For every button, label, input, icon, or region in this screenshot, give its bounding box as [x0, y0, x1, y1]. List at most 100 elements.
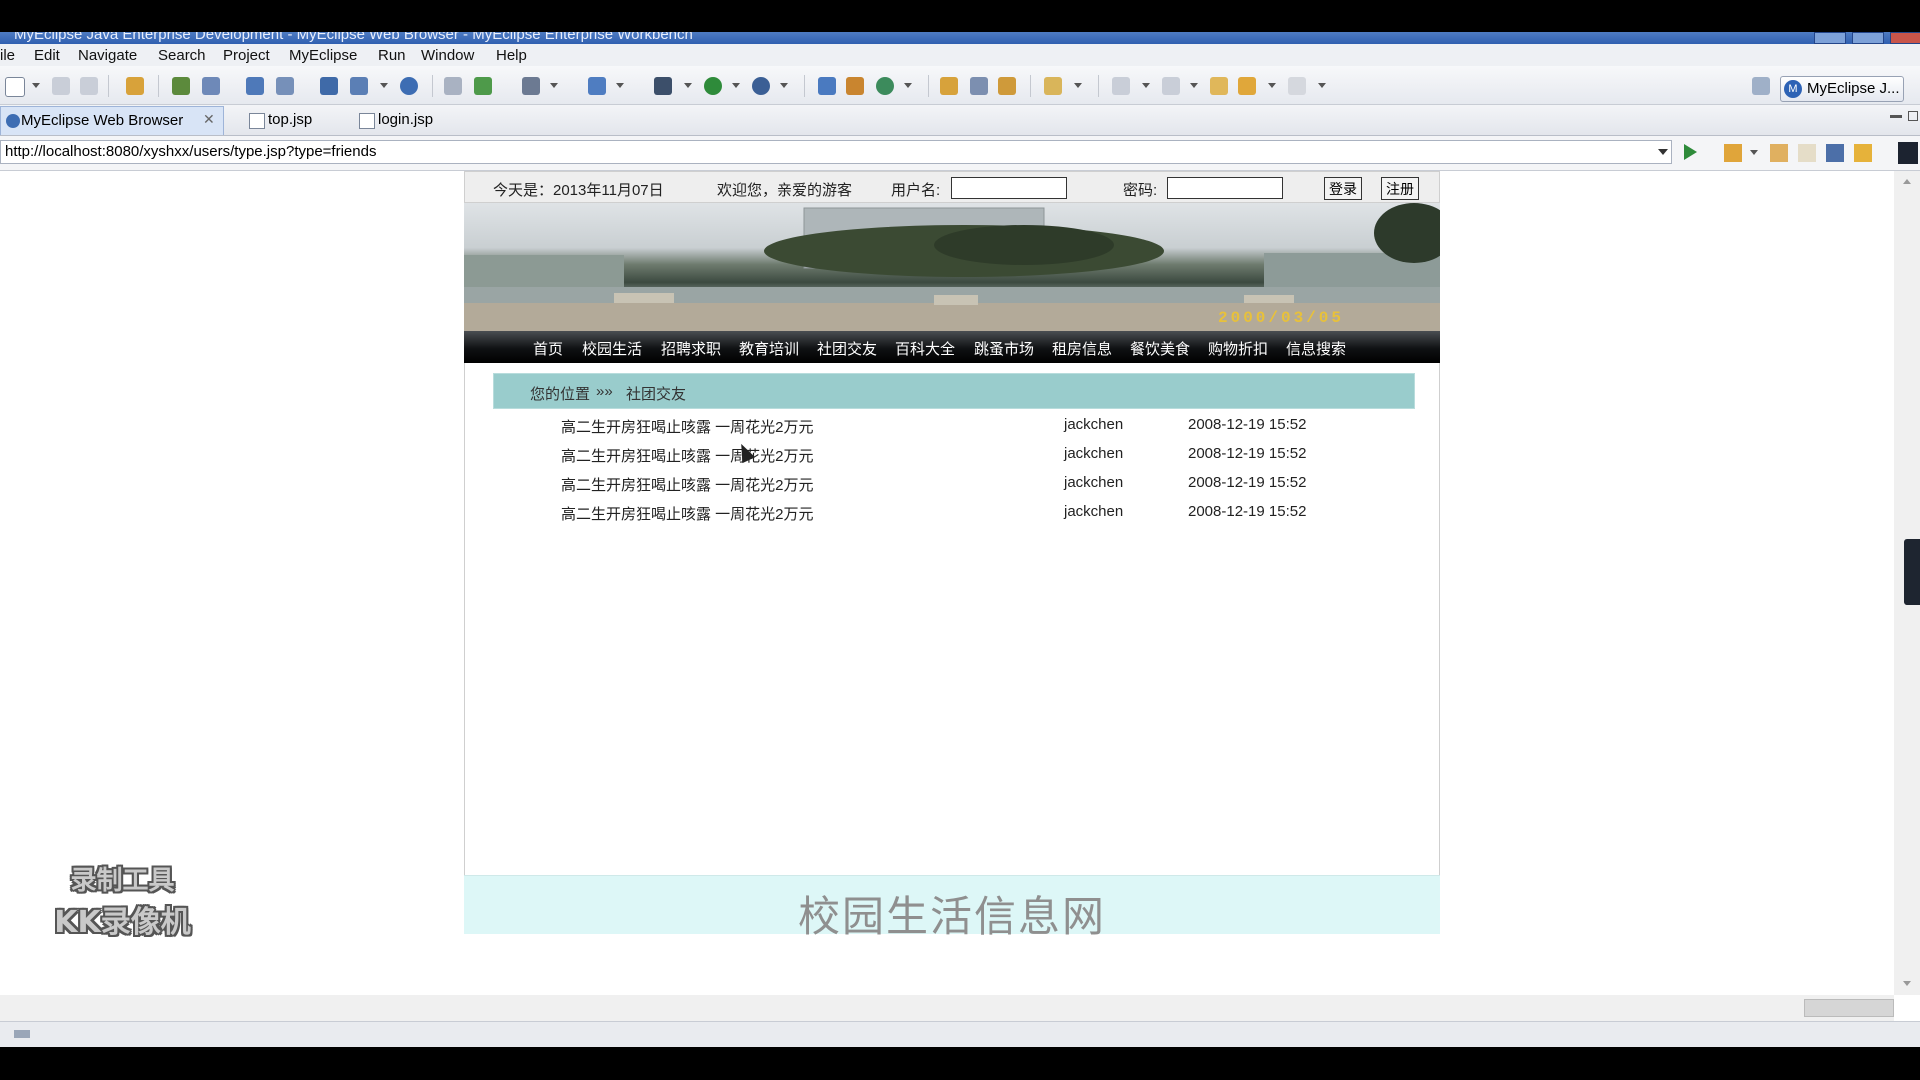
- undeploy-icon[interactable]: [276, 77, 294, 95]
- post-title-link[interactable]: 高二生开房狂喝止咳露 一周花光2万元: [561, 445, 814, 466]
- save-all-icon[interactable]: [80, 77, 98, 95]
- browser-back-icon[interactable]: [1770, 144, 1788, 162]
- next-annotation-icon[interactable]: [1112, 77, 1130, 95]
- editor-tab-bar: MyEclipse Web Browser ✕ top.jsp login.js…: [0, 105, 1920, 136]
- go-icon[interactable]: [1684, 144, 1697, 160]
- url-input[interactable]: http://localhost:8080/xyshxx/users/type.…: [0, 140, 1672, 164]
- globe-icon[interactable]: [400, 77, 418, 95]
- edit-pen-icon[interactable]: [970, 77, 988, 95]
- last-edit-icon[interactable]: [1210, 77, 1228, 95]
- nav-rentals[interactable]: 租房信息: [1052, 338, 1112, 359]
- open-perspective-icon[interactable]: [588, 77, 606, 95]
- task-icon[interactable]: [1044, 77, 1062, 95]
- horizontal-scrollbar[interactable]: [0, 995, 1894, 1021]
- breadcrumb-current[interactable]: 社团交友: [626, 383, 686, 404]
- new-jsp-dropdown-icon[interactable]: [380, 83, 388, 88]
- side-panel-handle[interactable]: [1904, 539, 1920, 605]
- task-dropdown-icon[interactable]: [1074, 83, 1082, 88]
- perspective-dropdown-icon[interactable]: [616, 83, 624, 88]
- nav-shopping[interactable]: 购物折扣: [1208, 338, 1268, 359]
- tab-web-browser[interactable]: MyEclipse Web Browser ✕: [0, 106, 224, 135]
- browser-forward-icon[interactable]: [1798, 144, 1816, 162]
- nav-campus-life[interactable]: 校园生活: [582, 338, 642, 359]
- password-input[interactable]: [1167, 177, 1283, 199]
- open-file-icon[interactable]: [998, 77, 1016, 95]
- menu-navigate[interactable]: Navigate: [78, 47, 137, 64]
- menu-search[interactable]: Search: [158, 47, 206, 64]
- new-wizard-icon[interactable]: [876, 77, 894, 95]
- menu-file[interactable]: ile: [0, 47, 15, 64]
- menu-edit[interactable]: Edit: [34, 47, 60, 64]
- nav-search[interactable]: 信息搜索: [1286, 338, 1346, 359]
- minimize-icon[interactable]: [1814, 32, 1846, 44]
- menu-run[interactable]: Run: [378, 47, 406, 64]
- close-tab-icon[interactable]: ✕: [203, 111, 215, 128]
- back-icon[interactable]: [1238, 77, 1256, 95]
- favorites-dropdown-icon[interactable]: [1750, 150, 1758, 155]
- run-external-icon[interactable]: [752, 77, 770, 95]
- save-icon[interactable]: [52, 77, 70, 95]
- post-title-link[interactable]: 高二生开房狂喝止咳露 一周花光2万元: [561, 474, 814, 495]
- stop-icon[interactable]: [1826, 144, 1844, 162]
- run-dropdown-icon[interactable]: [732, 83, 740, 88]
- new-web-project-icon[interactable]: [320, 77, 338, 95]
- tab-login-jsp[interactable]: login.jsp: [354, 106, 470, 134]
- menu-window[interactable]: Window: [421, 47, 474, 64]
- prev-annotation-icon[interactable]: [1162, 77, 1180, 95]
- server-icon[interactable]: [202, 77, 220, 95]
- nav-flea-market[interactable]: 跳蚤市场: [974, 338, 1034, 359]
- next-annotation-dropdown-icon[interactable]: [1142, 83, 1150, 88]
- screen-icon[interactable]: [522, 77, 540, 95]
- open-perspective-window-icon[interactable]: [1752, 77, 1770, 95]
- back-dropdown-icon[interactable]: [1268, 83, 1276, 88]
- run-icon[interactable]: [704, 77, 722, 95]
- horizontal-scroll-thumb[interactable]: [1804, 999, 1894, 1017]
- nav-dining[interactable]: 餐饮美食: [1130, 338, 1190, 359]
- favorites-icon[interactable]: [1724, 144, 1742, 162]
- post-title-link[interactable]: 高二生开房狂喝止咳露 一周花光2万元: [561, 416, 814, 437]
- screen-dropdown-icon[interactable]: [550, 83, 558, 88]
- new-jsp-icon[interactable]: [350, 77, 368, 95]
- debug-icon[interactable]: [172, 77, 190, 95]
- prev-annotation-dropdown-icon[interactable]: [1190, 83, 1198, 88]
- username-input[interactable]: [951, 177, 1067, 199]
- register-button[interactable]: 注册: [1381, 177, 1419, 200]
- scroll-down-icon[interactable]: [1903, 981, 1911, 986]
- new-wizard-dropdown-icon[interactable]: [904, 83, 912, 88]
- new-dropdown-icon[interactable]: [32, 83, 40, 88]
- nav-home[interactable]: 首页: [533, 338, 563, 359]
- scroll-up-icon[interactable]: [1903, 179, 1911, 184]
- view-menu-icon[interactable]: [1898, 142, 1918, 164]
- debug-run-icon[interactable]: [654, 77, 672, 95]
- tab-top-jsp[interactable]: top.jsp: [244, 106, 350, 134]
- open-type-icon[interactable]: [444, 77, 462, 95]
- maximize-view-icon[interactable]: [1908, 111, 1918, 121]
- forward-icon[interactable]: [1288, 77, 1306, 95]
- minimize-view-icon[interactable]: [1890, 115, 1902, 118]
- nav-encyclopedia[interactable]: 百科大全: [895, 338, 955, 359]
- close-window-icon[interactable]: [1890, 32, 1920, 44]
- package-icon[interactable]: [126, 77, 144, 95]
- refresh-icon[interactable]: [1854, 144, 1872, 162]
- forward-dropdown-icon[interactable]: [1318, 83, 1326, 88]
- new-package-icon[interactable]: [846, 77, 864, 95]
- nav-clubs[interactable]: 社团交友: [817, 338, 877, 359]
- maximize-icon[interactable]: [1852, 32, 1884, 44]
- new-class-icon[interactable]: [818, 77, 836, 95]
- new-icon[interactable]: [5, 77, 25, 97]
- url-history-dropdown-icon[interactable]: [1658, 149, 1668, 155]
- nav-jobs[interactable]: 招聘求职: [661, 338, 721, 359]
- post-title-link[interactable]: 高二生开房狂喝止咳露 一周花光2万元: [561, 503, 814, 524]
- login-button[interactable]: 登录: [1324, 177, 1362, 200]
- toolbar-separator: [804, 75, 805, 97]
- nav-education[interactable]: 教育培训: [739, 338, 799, 359]
- menu-help[interactable]: Help: [496, 47, 527, 64]
- open-folder-icon[interactable]: [940, 77, 958, 95]
- perspective-button[interactable]: M MyEclipse J...: [1780, 76, 1904, 102]
- deploy-icon[interactable]: [246, 77, 264, 95]
- menu-project[interactable]: Project: [223, 47, 270, 64]
- debug-dropdown-icon[interactable]: [684, 83, 692, 88]
- run-external-dropdown-icon[interactable]: [780, 83, 788, 88]
- refresh-green-icon[interactable]: [474, 77, 492, 95]
- menu-myeclipse[interactable]: MyEclipse: [289, 47, 357, 64]
